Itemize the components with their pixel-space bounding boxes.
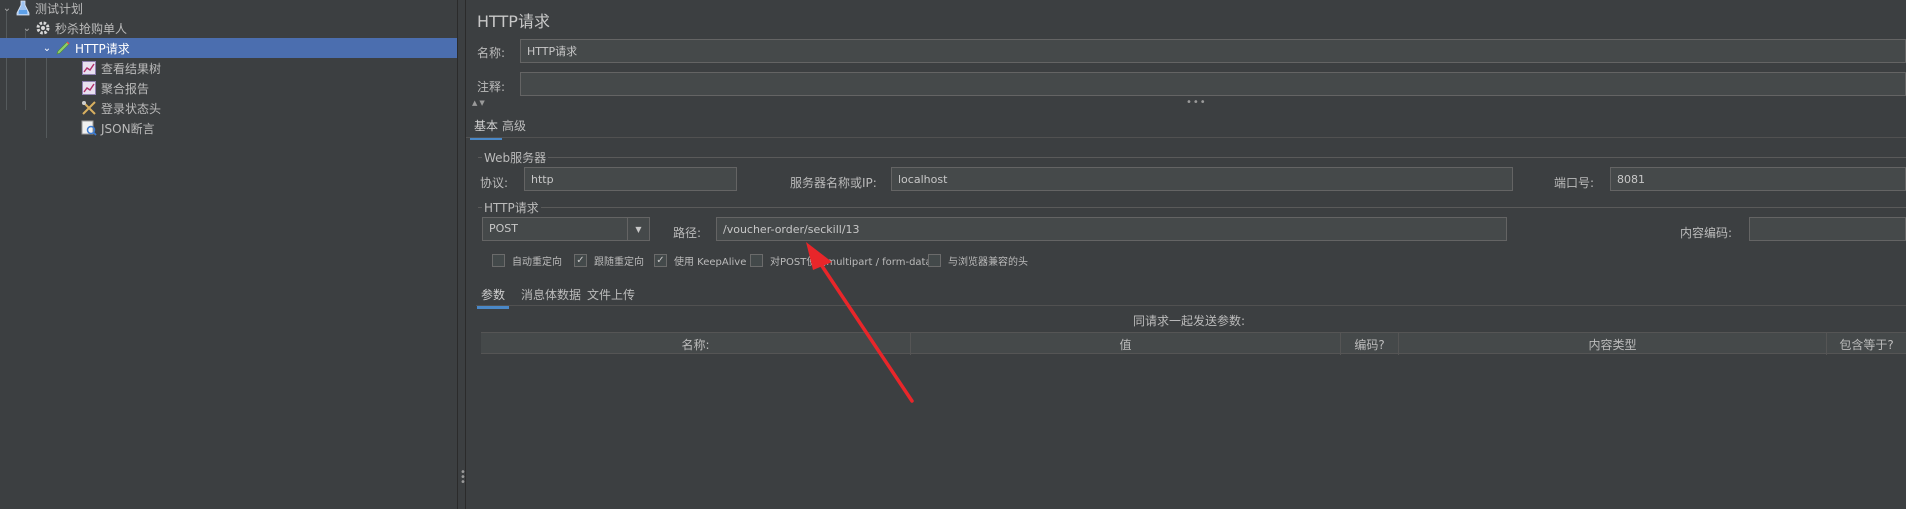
thread-group-gear-icon [34,19,52,37]
tree-item-json-assertion[interactable]: JSON断言 [0,118,457,138]
collapse-arrows-icon[interactable]: ▲▼ [472,99,487,107]
content-encoding-field[interactable] [1749,217,1906,241]
chevron-down-icon[interactable]: ⌄ [20,23,34,34]
tree-item-aggregate-report[interactable]: 聚合报告 [0,78,457,98]
checkbox-label: 跟随重定向 [594,257,644,268]
page-title: HTTP请求 [477,12,550,31]
checkbox-label: 自动重定向 [512,257,562,268]
browser-compatible-headers-checkbox[interactable]: 与浏览器兼容的头 [928,253,1028,268]
test-plan-tree: ⌄ 测试计划 ⌄ 秒杀抢购单人 ⌄ HTTP请求 查看结果树 聚合报告 登录状态… [0,0,457,509]
comment-label: 注释: [477,80,506,94]
column-header-value[interactable]: 值 [911,333,1341,355]
tree-item-http-request[interactable]: ⌄ HTTP请求 [0,38,457,58]
json-assertion-icon [80,119,98,137]
port-field[interactable]: 8081 [1610,167,1906,191]
tab-body-data[interactable]: 消息体数据 [517,283,585,306]
tree-item-label: 查看结果树 [101,61,162,76]
chevron-down-icon[interactable]: ▼ [627,218,649,240]
sub-tab-divider [476,305,1906,306]
web-server-group [478,157,1906,158]
method-select[interactable]: POST ▼ [482,217,650,241]
checkbox-label: 与浏览器兼容的头 [948,257,1028,268]
path-field[interactable]: /voucher-order/seckill/13 [716,217,1507,241]
tree-item-header-manager[interactable]: 登录状态头 [0,98,457,118]
panel-splitter[interactable]: • • • [457,0,466,509]
comment-field[interactable] [520,72,1906,96]
tree-item-label: JSON断言 [101,121,155,136]
content-encoding-label: 内容编码: [1680,226,1733,240]
tab-file-upload[interactable]: 文件上传 [583,283,639,306]
http-request-group [478,207,1906,208]
collapse-bar[interactable]: ▲▼ ••• [466,97,1906,110]
tree-item-view-results-tree[interactable]: 查看结果树 [0,58,457,78]
tree-item-thread-group[interactable]: ⌄ 秒杀抢购单人 [0,18,457,38]
tree-item-label: 登录状态头 [101,101,162,116]
column-header-include-equals[interactable]: 包含等于? [1827,333,1906,355]
column-header-name[interactable]: 名称: [481,333,911,355]
follow-redirect-checkbox[interactable]: ✓ 跟随重定向 [574,253,644,268]
listener-chart-icon [80,79,98,97]
path-label: 路径: [673,226,702,240]
http-sampler-pen-icon [54,39,72,57]
port-label: 端口号: [1554,176,1595,190]
http-request-panel: HTTP请求 名称: HTTP请求 注释: ▲▼ ••• 基本 高级 Web服务… [466,0,1906,509]
protocol-field[interactable]: http [524,167,737,191]
tree-item-label: HTTP请求 [75,41,130,56]
server-name-label: 服务器名称或IP: [790,176,877,190]
web-server-group-label: Web服务器 [482,149,549,166]
chevron-down-icon[interactable]: ⌄ [40,43,54,54]
checkmark-icon[interactable]: ✓ [654,254,667,267]
name-label: 名称: [477,46,506,60]
checkbox-box[interactable] [928,254,941,267]
checkbox-box[interactable] [750,254,763,267]
auto-redirect-checkbox[interactable]: 自动重定向 [492,253,562,268]
tree-item-label: 秒杀抢购单人 [55,21,128,36]
server-name-field[interactable]: localhost [891,167,1513,191]
name-field[interactable]: HTTP请求 [520,39,1906,63]
protocol-label: 协议: [480,176,509,190]
checkbox-label: 使用 KeepAlive [674,257,747,268]
drag-dots-icon[interactable]: ••• [1186,97,1207,108]
params-table-header: 名称: 值 编码? 内容类型 包含等于? [481,332,1906,355]
tree-item-label: 测试计划 [35,1,84,16]
chevron-down-icon[interactable]: ⌄ [0,3,14,14]
checkbox-box[interactable] [492,254,505,267]
listener-chart-icon [80,59,98,77]
tab-advanced[interactable]: 高级 [498,114,530,137]
http-request-group-label: HTTP请求 [482,199,541,216]
test-plan-icon [14,0,32,17]
multipart-checkbox[interactable]: 对POST使用multipart / form-data [750,253,932,268]
keepalive-checkbox[interactable]: ✓ 使用 KeepAlive [654,253,746,268]
tree-item-test-plan[interactable]: ⌄ 测试计划 [0,0,457,18]
tree-item-label: 聚合报告 [101,81,150,96]
params-caption: 同请求一起发送参数: [1133,314,1246,328]
column-header-encode[interactable]: 编码? [1341,333,1399,355]
method-value: POST [489,222,518,235]
checkmark-icon[interactable]: ✓ [574,254,587,267]
checkbox-label: 对POST使用multipart / form-data [770,257,932,268]
tab-divider [466,137,1906,138]
column-header-content-type[interactable]: 内容类型 [1399,333,1827,355]
header-manager-tools-icon [80,99,98,117]
